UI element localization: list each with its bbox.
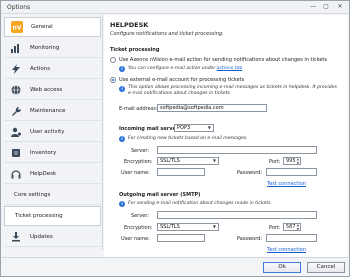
info-icon: i <box>119 86 125 92</box>
sidebar-item-user-activity[interactable]: User activity <box>4 122 101 142</box>
sidebar-item-label: General <box>31 24 53 30</box>
ticket-processing-heading: Ticket processing <box>110 47 160 53</box>
helpdesk-icon <box>10 168 22 180</box>
incoming-encryption-label: Encryption: <box>124 159 153 165</box>
info-icon: i <box>119 201 125 207</box>
incoming-port-stepper[interactable]: 995 ▲ ▼ <box>283 157 301 165</box>
external-email-account-radio[interactable] <box>110 77 116 83</box>
page-subtitle: Configure notifications and ticket proce… <box>110 31 224 37</box>
sidebar-item-inventory[interactable]: Inventory <box>4 143 101 163</box>
download-icon <box>10 231 22 243</box>
page-title: HELPDESK <box>110 21 149 29</box>
helpdesk-settings-panel: HELPDESK Configure notifications and tic… <box>104 15 348 257</box>
incoming-protocol-select[interactable]: POP3 ▼ <box>174 124 214 132</box>
sidebar-item-maintenance[interactable]: Maintenance <box>4 101 101 121</box>
options-window: Options — ▢ ✕ nV General Monitoring Acti… <box>0 0 350 277</box>
actions-tab-note: You can configure e-mail action under ac… <box>128 66 243 71</box>
sidebar-item-label: Actions <box>30 65 51 72</box>
svg-text:nV: nV <box>13 25 22 32</box>
wrench-icon <box>10 105 22 117</box>
email-address-label: E-mail address: <box>119 106 158 112</box>
outgoing-encryption-select[interactable]: SSL/TLS ▼ <box>157 223 219 231</box>
outgoing-password-input[interactable] <box>266 234 317 242</box>
title-bar: Options — ▢ ✕ <box>1 1 349 14</box>
outgoing-username-label: User name: <box>121 236 150 242</box>
external-email-account-label: Use external e-mail account for processi… <box>119 77 245 83</box>
outgoing-mail-server-heading: Outgoing mail server (SMTP) <box>119 192 201 198</box>
outgoing-port-stepper[interactable]: 587 ▲ ▼ <box>283 223 301 231</box>
sidebar-item-label: Monitoring <box>30 44 60 51</box>
globe-icon <box>10 84 22 96</box>
outgoing-port-label: Port: <box>269 225 281 231</box>
user-activity-icon <box>10 126 22 138</box>
sidebar-item-label: Core settings <box>14 191 51 198</box>
sidebar-item-label: User activity <box>30 128 65 135</box>
outgoing-encryption-label: Encryption: <box>124 225 153 231</box>
chevron-down-icon: ▼ <box>212 224 216 229</box>
chevron-down-icon: ▼ <box>207 125 211 130</box>
sidebar-item-helpdesk[interactable]: HelpDesk <box>4 164 101 184</box>
email-address-input[interactable]: softpedia@softpedia.com <box>157 104 267 112</box>
sidebar-item-label: Web access <box>30 86 63 93</box>
inventory-icon <box>10 147 22 159</box>
incoming-server-label: Server: <box>131 148 149 154</box>
cancel-button[interactable]: Cancel <box>307 262 345 273</box>
maximize-button[interactable]: ▢ <box>321 3 331 11</box>
outgoing-password-label: Password: <box>237 236 263 242</box>
sidebar-item-general[interactable]: nV General <box>4 17 101 37</box>
spin-arrows-icon: ▲ ▼ <box>296 157 299 165</box>
incoming-mail-server-heading: Incoming mail server <box>119 126 179 132</box>
outgoing-note: For sending e-mail notification about ch… <box>128 201 272 206</box>
external-email-note: This option allows processing incoming e… <box>128 85 337 96</box>
info-icon: i <box>119 66 125 72</box>
axence-email-action-radio[interactable] <box>110 57 116 63</box>
incoming-server-input[interactable] <box>157 146 317 154</box>
sidebar-item-actions[interactable]: Actions <box>4 59 101 79</box>
lightning-icon <box>10 63 22 75</box>
incoming-username-input[interactable] <box>157 168 205 176</box>
incoming-test-connection-link[interactable]: Test connection <box>267 181 306 187</box>
sidebar-item-label: Updates <box>30 233 53 240</box>
sidebar-item-monitoring[interactable]: Monitoring <box>4 38 101 58</box>
outgoing-server-label: Server: <box>131 213 149 219</box>
spin-arrows-icon: ▲ ▼ <box>296 223 299 231</box>
sidebar-item-label: Maintenance <box>30 107 66 114</box>
incoming-password-label: Password: <box>237 170 263 176</box>
bar-chart-icon <box>10 42 22 54</box>
sidebar-item-label: Ticket processing <box>15 213 63 219</box>
sidebar: nV General Monitoring Actions Web access <box>2 15 103 250</box>
outgoing-server-input[interactable] <box>157 211 317 219</box>
incoming-username-label: User name: <box>121 170 150 176</box>
incoming-port-label: Port: <box>269 159 281 165</box>
minimize-button[interactable]: — <box>308 3 318 11</box>
ok-button[interactable]: Ok <box>263 262 301 273</box>
sidebar-item-label: HelpDesk <box>30 170 57 177</box>
incoming-password-input[interactable] <box>266 168 317 176</box>
sidebar-item-label: Inventory <box>30 149 57 156</box>
incoming-encryption-select[interactable]: SSL/TLS ▼ <box>157 157 219 165</box>
axence-email-action-label: Use Axence nVision e-mail action for sen… <box>119 57 327 63</box>
sidebar-item-web-access[interactable]: Web access <box>4 80 101 100</box>
footer-divider <box>2 257 348 258</box>
outgoing-test-connection-link[interactable]: Test connection <box>267 247 306 253</box>
outgoing-username-input[interactable] <box>157 234 205 242</box>
nvision-logo-icon: nV <box>11 21 23 33</box>
window-title: Options <box>7 4 31 11</box>
sidebar-item-ticket-processing[interactable]: Ticket processing <box>4 206 101 226</box>
info-icon: i <box>119 136 125 142</box>
close-button[interactable]: ✕ <box>335 3 345 11</box>
sidebar-item-updates[interactable]: Updates <box>4 227 101 247</box>
sidebar-item-core-settings[interactable]: Core settings <box>4 185 101 205</box>
actions-tab-link[interactable]: actions tab <box>217 66 243 71</box>
chevron-down-icon: ▼ <box>212 158 216 163</box>
incoming-note: For creating new tickets based on e-mail… <box>128 136 248 141</box>
